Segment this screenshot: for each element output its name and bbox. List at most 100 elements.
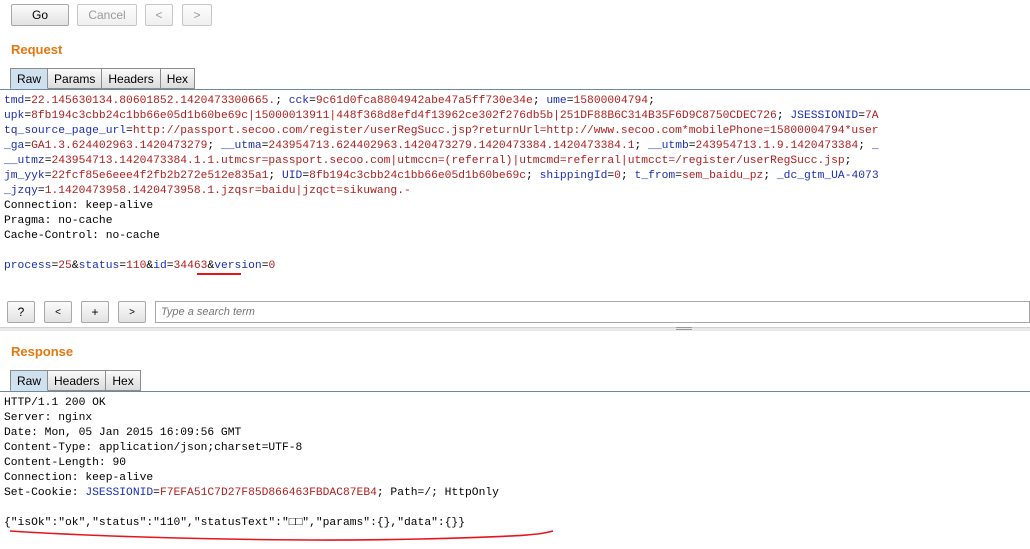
splitter-grip-icon[interactable] [676, 327, 692, 330]
param-key: tq_source_page_url [4, 125, 127, 137]
param-value: 243954713.1420473384.1.1.utmcsr=passport… [51, 155, 845, 167]
tab-response-headers[interactable]: Headers [48, 370, 107, 391]
plain-text: Cache-Control: no-cache [4, 230, 160, 242]
plain-text: Content-Type: application/json;charset=U… [4, 442, 303, 454]
tab-request-hex[interactable]: Hex [160, 68, 196, 89]
plain-text: = [566, 95, 574, 107]
plain-text: ; [634, 140, 649, 152]
param-value: 243954713.1.9.1420473384 [695, 140, 859, 152]
param-key: _ga [4, 140, 25, 152]
param-key: JSESSIONID [85, 487, 154, 499]
pane-splitter[interactable] [0, 327, 1030, 331]
param-key: __utma [220, 140, 262, 152]
plain-text: ; [648, 95, 655, 107]
plain-text: Server: nginx [4, 412, 93, 424]
request-line: Cache-Control: no-cache [4, 229, 879, 244]
param-value: 22.145630134.80601852.1420473300665. [31, 95, 276, 107]
response-line: Content-Length: 90 [4, 456, 499, 471]
param-value: 25 [58, 260, 72, 272]
request-line [4, 244, 879, 259]
request-line: Pragma: no-cache [4, 214, 879, 229]
param-key: process [4, 260, 52, 272]
request-body[interactable]: tmd = 22.145630134.80601852.1420473300665.… [4, 94, 879, 274]
response-line: Set-Cookie: JSESSIONID=F7EFA51C7D27F85D8… [4, 486, 499, 501]
param-key: status [78, 260, 120, 272]
plain-text: ; [268, 170, 282, 182]
param-key: _ [871, 140, 879, 152]
param-key: jm_yyk [4, 170, 45, 182]
request-tabs: Raw Params Headers Hex [10, 68, 196, 90]
param-value: GA1.3.624402963.1420473279 [31, 140, 208, 152]
response-title: Response [11, 344, 74, 359]
tab-response-raw[interactable]: Raw [10, 370, 49, 391]
plain-text: ; [858, 140, 872, 152]
tab-request-headers[interactable]: Headers [102, 68, 161, 89]
plain-text: Date: Mon, 05 Jan 2015 16:09:56 GMT [4, 427, 242, 439]
param-key: _jzqy [4, 185, 38, 197]
plain-text: = [153, 487, 160, 499]
param-value: F7EFA51C7D27F85D866463FBDAC87EB4 [159, 487, 377, 499]
request-title: Request [11, 42, 63, 57]
param-value: 0 [614, 170, 621, 182]
request-line: __utmz=243954713.1420473384.1.1.utmcsr=p… [4, 154, 879, 169]
param-value: 15800004794 [573, 95, 649, 107]
forward-button[interactable]: > [182, 4, 212, 26]
param-value: 1.1420473958.1420473958.1.jzqsr=baidu|jz… [44, 185, 411, 197]
response-line: HTTP/1.1 200 OK [4, 396, 499, 411]
back-button[interactable]: < [145, 4, 173, 26]
plain-text: ; [275, 95, 289, 107]
response-line: Date: Mon, 05 Jan 2015 16:09:56 GMT [4, 426, 499, 441]
plain-text: = [126, 125, 133, 137]
param-value: http://passport.secoo.com/register/userR… [132, 125, 879, 137]
param-key: JSESSIONID [790, 110, 859, 122]
param-key: upk [4, 110, 25, 122]
plain-text: ; [532, 95, 547, 107]
request-line: process=25&status=110&id=34463&version=0 [4, 259, 879, 274]
response-body[interactable]: HTTP/1.1 200 OK Server: nginx Date: Mon, 0… [4, 396, 499, 531]
param-value: 7A [864, 110, 879, 122]
response-line: Connection: keep-alive [4, 471, 499, 486]
plain-text: ; [526, 170, 540, 182]
go-button[interactable]: Go [11, 4, 69, 26]
help-button[interactable]: ? [7, 301, 35, 323]
param-value: sem_baidu_pz [681, 170, 764, 182]
param-key: tmd [4, 95, 25, 107]
search-prev-button[interactable]: < [44, 301, 72, 323]
plain-text: = [858, 110, 865, 122]
param-value: 0 [268, 260, 276, 272]
param-key: cck [288, 95, 310, 107]
plain-text: ; [763, 170, 777, 182]
id-underline-annotation [197, 273, 241, 275]
tab-request-raw[interactable]: Raw [10, 68, 49, 89]
tab-response-hex[interactable]: Hex [106, 370, 141, 391]
plain-text: Content-Length: 90 [4, 457, 127, 469]
search-input[interactable]: Type a search term [155, 301, 1030, 323]
plain-text: ; [776, 110, 791, 122]
plain-text: = [166, 260, 174, 272]
cancel-button[interactable]: Cancel [77, 4, 137, 26]
param-value: 8fb194c3cbb24c1bb66e05d1b60be69c [309, 170, 527, 182]
response-line: Server: nginx [4, 411, 499, 426]
param-key: shippingId [539, 170, 608, 182]
param-key: t_from [634, 170, 676, 182]
plain-text: ; [844, 155, 852, 167]
request-line: upk = 8fb194c3cbb24c1bb66e05d1b60be69c|150… [4, 109, 879, 124]
request-line: jm_yyk = 22fcf85e6eee4f2fb2b272e512e835a1;… [4, 169, 879, 184]
tab-request-params[interactable]: Params [48, 68, 103, 89]
response-line [4, 501, 499, 516]
plain-text: & [71, 260, 79, 272]
plain-text: ; Path=/; HttpOnly [376, 487, 499, 499]
plain-text: Set-Cookie: [4, 487, 86, 499]
search-next-button[interactable]: > [118, 301, 146, 323]
param-key: ume [546, 95, 567, 107]
response-underline-annotation [9, 530, 554, 541]
response-line: Content-Type: application/json;charset=U… [4, 441, 499, 456]
param-value: 22fcf85e6eee4f2fb2b272e512e835a1 [51, 170, 269, 182]
param-value: 110 [126, 260, 147, 272]
search-add-button[interactable]: + [81, 301, 109, 323]
param-key: version [214, 260, 262, 272]
param-key: _dc_gtm_UA-4073 [776, 170, 879, 182]
param-key: UID [281, 170, 303, 182]
plain-text: Connection: keep-alive [4, 200, 154, 212]
request-line: _jzqy=1.1420473958.1420473958.1.jzqsr=ba… [4, 184, 879, 199]
